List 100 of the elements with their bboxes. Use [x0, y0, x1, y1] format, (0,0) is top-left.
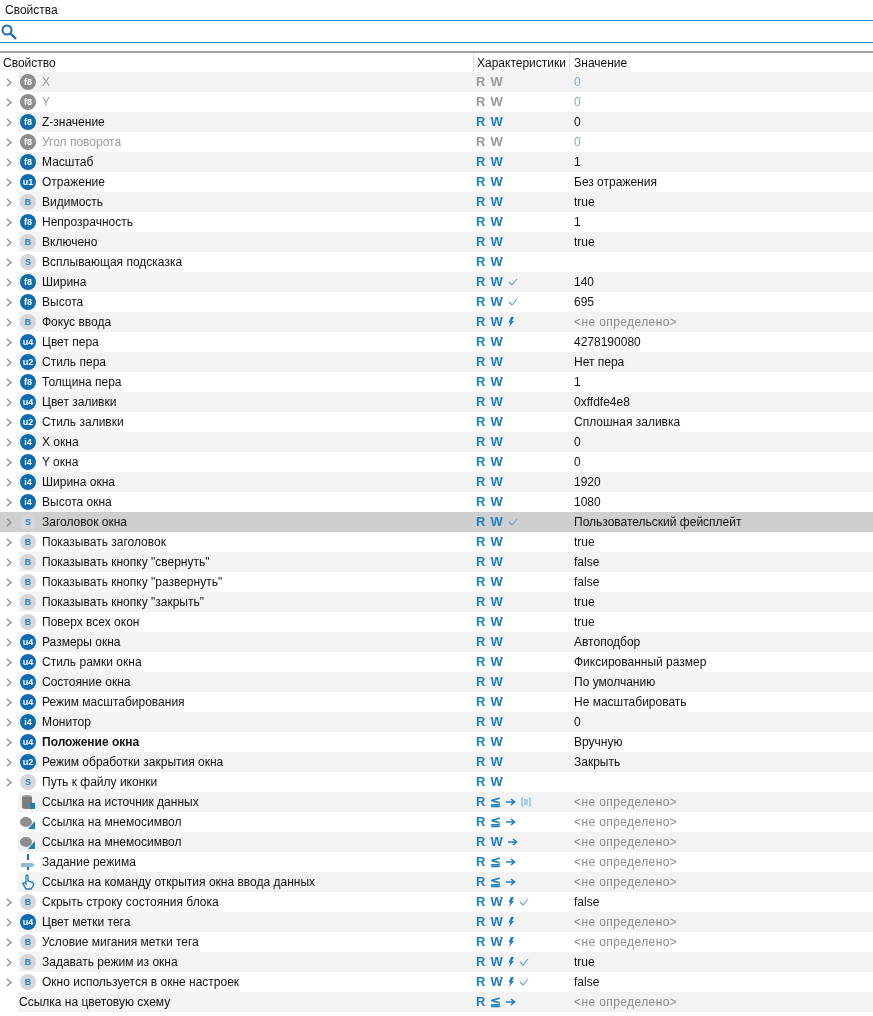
chevron-icon[interactable] — [6, 337, 12, 347]
chevron-icon[interactable] — [6, 577, 12, 587]
type-badge: B — [20, 974, 36, 990]
access-letter: R — [476, 533, 486, 552]
chevron-icon[interactable] — [6, 597, 12, 607]
chevron-icon[interactable] — [6, 537, 12, 547]
access-letter: R — [476, 713, 486, 732]
property-value: Автоподбор — [574, 634, 641, 651]
access-letter: W — [490, 393, 503, 412]
chevron-icon[interactable] — [6, 517, 12, 527]
type-badge: B — [20, 614, 36, 630]
access-letter: W — [490, 533, 503, 552]
chevron-icon[interactable] — [6, 697, 12, 707]
type-badge: f8 — [20, 274, 36, 290]
chevron-icon[interactable] — [6, 917, 12, 927]
access-letter: R — [476, 333, 486, 352]
property-value: <не определено> — [574, 314, 678, 331]
access-letter: W — [490, 333, 503, 352]
chevron-icon[interactable] — [6, 437, 12, 447]
type-badge: B — [20, 554, 36, 570]
chevron-icon[interactable] — [6, 737, 12, 747]
type-badge: B — [20, 574, 36, 590]
type-badge: f8 — [20, 94, 36, 110]
chevron-icon[interactable] — [6, 197, 12, 207]
chevron-icon[interactable] — [6, 957, 12, 967]
chevron-icon[interactable] — [6, 637, 12, 647]
property-name: Стиль заливки — [42, 414, 124, 431]
access-letter: R — [476, 193, 486, 212]
property-value: <не определено> — [574, 874, 678, 891]
access-letter: W — [490, 133, 503, 152]
type-badge: u4 — [20, 634, 36, 650]
access-letter: W — [490, 513, 503, 532]
chevron-icon[interactable] — [6, 557, 12, 567]
type-badge: u2 — [20, 754, 36, 770]
chevron-icon[interactable] — [6, 457, 12, 467]
access-letter: R — [476, 153, 486, 172]
type-badge: u4 — [20, 394, 36, 410]
chevron-icon[interactable] — [6, 937, 12, 947]
access-letter: R — [476, 653, 486, 672]
access-letter: R — [476, 693, 486, 712]
column-header[interactable]: Значение — [570, 53, 873, 72]
chevron-icon[interactable] — [6, 977, 12, 987]
access-letter: R — [476, 833, 486, 852]
chevron-icon[interactable] — [6, 777, 12, 787]
chevron-icon[interactable] — [6, 317, 12, 327]
chevron-icon[interactable] — [6, 677, 12, 687]
property-name: Поверх всех окон — [42, 614, 140, 631]
type-badge: S — [20, 514, 36, 530]
chevron-icon[interactable] — [6, 157, 12, 167]
property-name: Фокус ввода — [42, 314, 112, 331]
property-name: Включено — [42, 234, 98, 251]
access-letter: W — [490, 353, 503, 372]
chevron-icon[interactable] — [6, 657, 12, 667]
chevron-icon[interactable] — [6, 617, 12, 627]
property-name: Ссылка на источник данных — [42, 794, 199, 811]
type-badge: B — [20, 314, 36, 330]
property-value: <не определено> — [574, 994, 678, 1011]
property-name: Цвет заливки — [42, 394, 117, 411]
access-letter: W — [490, 473, 503, 492]
type-badge: u4 — [20, 914, 36, 930]
property-value: false — [574, 974, 600, 991]
access-letter: R — [476, 673, 486, 692]
access-letter: ≦ — [490, 853, 502, 872]
chevron-icon[interactable] — [6, 897, 12, 907]
access-letter: R — [476, 493, 486, 512]
chevron-icon[interactable] — [6, 377, 12, 387]
property-value: false — [574, 574, 600, 591]
chevron-icon[interactable] — [6, 357, 12, 367]
chevron-icon[interactable] — [6, 477, 12, 487]
access-letter: R — [476, 973, 486, 992]
chevron-icon[interactable] — [6, 397, 12, 407]
chevron-icon[interactable] — [6, 717, 12, 727]
chevron-icon[interactable] — [6, 117, 12, 127]
chevron-icon[interactable] — [6, 177, 12, 187]
chevron-icon[interactable] — [6, 757, 12, 767]
property-value: Без отражения — [574, 174, 657, 191]
chevron-icon[interactable] — [6, 417, 12, 427]
search-field[interactable] — [0, 20, 873, 43]
property-name: Всплывающая подсказка — [42, 254, 183, 271]
type-badge: i4 — [20, 454, 36, 470]
property-value: 1920 — [574, 474, 601, 491]
type-badge: B — [20, 234, 36, 250]
property-value: 1 — [574, 154, 581, 171]
type-badge: u4 — [20, 694, 36, 710]
property-value: true — [574, 594, 595, 611]
property-value: Вручную — [574, 734, 623, 751]
property-name: Ссылка на мнемосимвол — [42, 834, 182, 851]
access-letter: W — [490, 553, 503, 572]
property-name: Режим обработки закрытия окна — [42, 754, 224, 771]
access-letter: W — [490, 973, 503, 992]
chevron-icon[interactable] — [6, 237, 12, 247]
chevron-icon[interactable] — [6, 497, 12, 507]
access-letter: ≦ — [490, 873, 502, 892]
chevron-icon[interactable] — [6, 257, 12, 267]
property-row[interactable]: S Заголовок окна R W Пользовательский фейсплейт — [0, 512, 873, 532]
chevron-icon[interactable] — [6, 277, 12, 287]
access-letter: R — [476, 313, 486, 332]
chevron-icon[interactable] — [6, 217, 12, 227]
access-letter: R — [476, 613, 486, 632]
chevron-icon[interactable] — [6, 297, 12, 307]
